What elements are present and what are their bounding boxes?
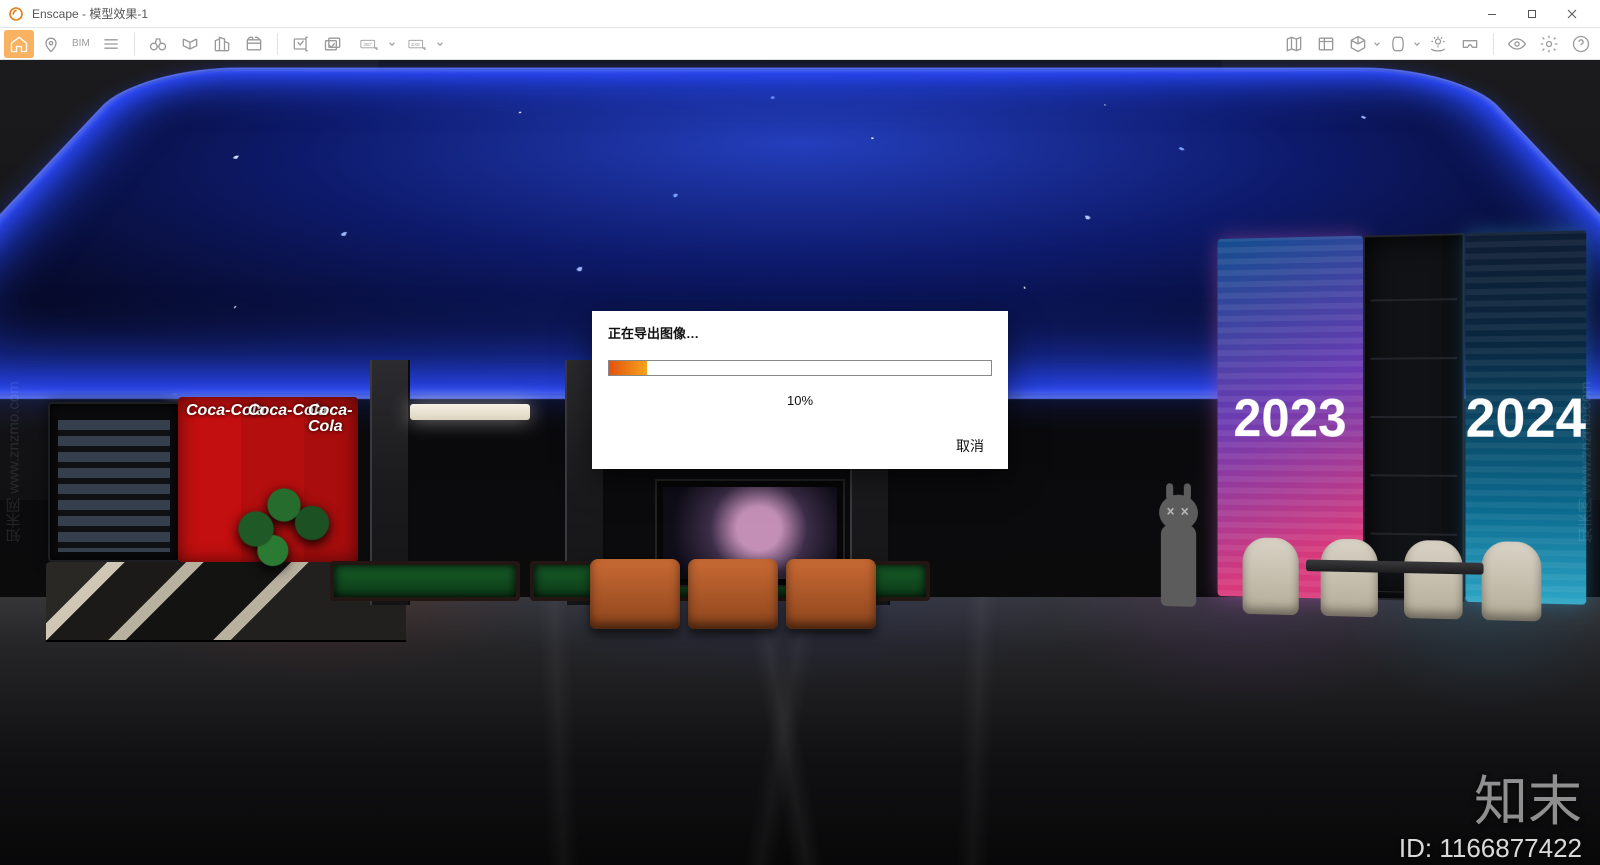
scene-figure-statue: ✕✕ [1150, 464, 1207, 607]
buildings-button[interactable] [207, 30, 237, 58]
toolbar-divider [1493, 33, 1494, 55]
progress-percent-text: 10% [608, 394, 992, 407]
export-progress-dialog: 正在导出图像… 10% 取消 [592, 311, 1008, 469]
window-close-button[interactable] [1552, 0, 1592, 28]
scene-lounge-chair [590, 559, 680, 629]
window-maximize-button[interactable] [1512, 0, 1552, 28]
dialog-title: 正在导出图像… [608, 327, 992, 340]
scene-right-wall: 2023 2024 ✕✕ [1119, 230, 1600, 605]
help-button[interactable] [1566, 30, 1596, 58]
scene-drink-cooler [48, 402, 180, 562]
scene-lounge-chair [786, 559, 876, 629]
scene-led-2023-text: 2023 [1233, 390, 1346, 444]
viewport[interactable]: Coca-Cola Coca-Cola Coca-Cola 2023 [0, 60, 1600, 865]
scene-dining-set [1243, 513, 1542, 622]
scene-led-2024-text: 2024 [1466, 390, 1586, 446]
exe-export-button[interactable]: EXE [398, 30, 436, 58]
scene-midzone [330, 480, 1140, 605]
toolbar: BIM 360° EXE [0, 28, 1600, 60]
toolbar-group-settings [1279, 30, 1596, 58]
progress-bar-fill [609, 361, 647, 375]
exe-dropdown-icon[interactable] [436, 35, 444, 53]
fov-dropdown-icon[interactable] [1413, 35, 1421, 53]
asset-library-button[interactable] [1311, 30, 1341, 58]
home-button[interactable] [4, 30, 34, 58]
app-logo-icon [8, 6, 24, 22]
sun-orbit-button[interactable] [1423, 30, 1453, 58]
scene-lounge-chair [688, 559, 778, 629]
bim-label-button[interactable]: BIM [68, 38, 94, 49]
menu-button[interactable] [96, 30, 126, 58]
visual-settings-button[interactable] [1502, 30, 1532, 58]
cancel-button[interactable]: 取消 [948, 433, 992, 459]
panorama-button[interactable]: 360° [350, 30, 388, 58]
window-minimize-button[interactable] [1472, 0, 1512, 28]
materials-button[interactable] [1343, 30, 1373, 58]
scene-pool-table [330, 561, 520, 601]
materials-dropdown-icon[interactable] [1373, 35, 1381, 53]
field-of-view-button[interactable] [1383, 30, 1413, 58]
screenshot-button[interactable] [286, 30, 316, 58]
site-context-button[interactable] [1279, 30, 1309, 58]
exe-text: EXE [411, 41, 420, 46]
binoculars-button[interactable] [143, 30, 173, 58]
vr-headset-button[interactable] [1455, 30, 1485, 58]
settings-button[interactable] [1534, 30, 1564, 58]
batch-render-button[interactable] [318, 30, 348, 58]
toolbar-group-navigation: BIM 360° EXE [4, 30, 444, 58]
video-path-button[interactable] [239, 30, 269, 58]
section-plane-button[interactable] [175, 30, 205, 58]
window-title: Enscape - 模型效果-1 [32, 5, 1472, 22]
scene-pendant-lamp [410, 404, 530, 420]
panorama-360-text: 360° [363, 41, 372, 46]
titlebar: Enscape - 模型效果-1 [0, 0, 1600, 28]
progress-bar [608, 360, 992, 376]
toolbar-divider [134, 33, 135, 55]
scene-coke-brand-text: Coca-Cola [308, 403, 358, 435]
map-pin-button[interactable] [36, 30, 66, 58]
toolbar-divider [277, 33, 278, 55]
panorama-dropdown-icon[interactable] [388, 35, 396, 53]
